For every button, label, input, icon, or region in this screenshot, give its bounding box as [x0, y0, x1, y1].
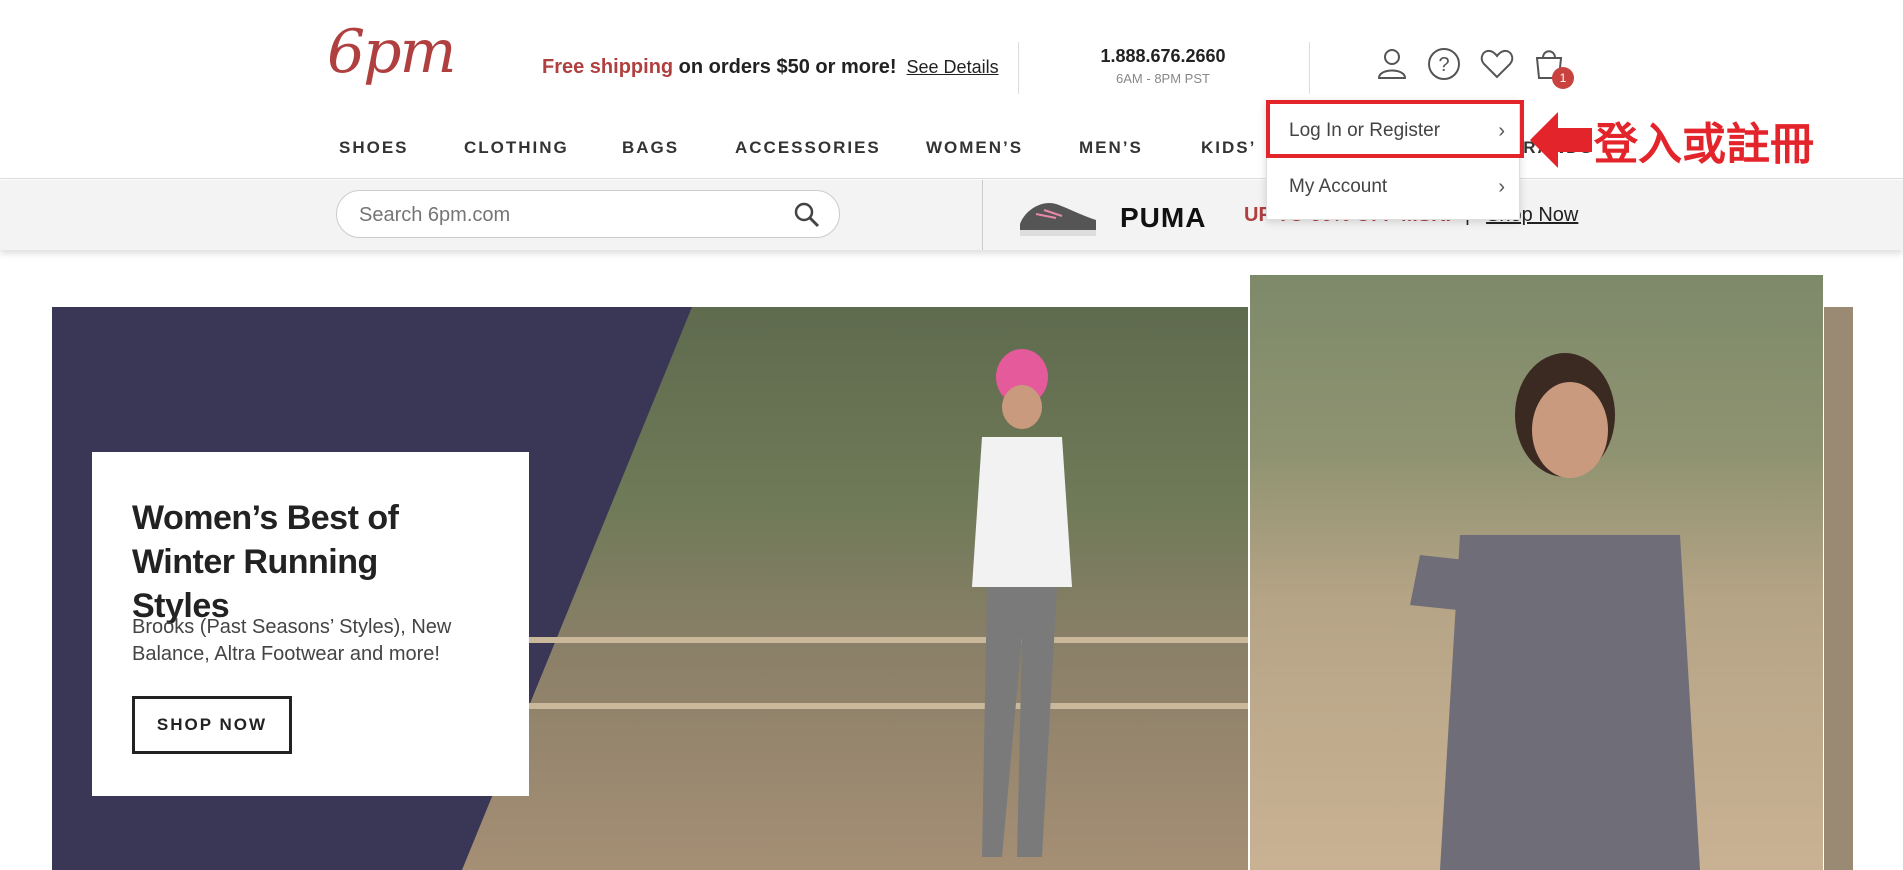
puma-logo: PUMA — [1120, 202, 1207, 233]
nav-accessories[interactable]: ACCESSORIES — [735, 138, 881, 158]
nav-mens[interactable]: MEN’S — [1079, 138, 1143, 158]
annotation-label: 登入或註冊 — [1594, 119, 1814, 170]
promo-free-shipping: Free shipping — [542, 56, 674, 78]
heart-icon[interactable] — [1479, 46, 1515, 82]
search-box — [336, 190, 840, 238]
nav-womens[interactable]: WOMEN’S — [926, 138, 1023, 158]
phone-hours: 6AM - 8PM PST — [1116, 71, 1210, 86]
hero-title: Women’s Best of Winter Running Styles — [132, 499, 399, 625]
chevron-right-icon: › — [1498, 176, 1505, 198]
nav-bags[interactable]: BAGS — [622, 138, 679, 158]
account-icon[interactable] — [1374, 46, 1410, 82]
header-divider — [1018, 42, 1019, 94]
cart-count-badge: 1 — [1552, 67, 1574, 89]
site-logo[interactable]: 6pm — [327, 22, 456, 82]
sneaker-image — [1016, 190, 1100, 240]
search-input[interactable] — [357, 201, 781, 229]
nav-divider — [0, 178, 1903, 179]
annotation-arrow-icon — [1530, 110, 1592, 175]
nav-clothing[interactable]: CLOTHING — [464, 138, 569, 158]
phone-number[interactable]: 1.888.676.2660 — [1098, 46, 1228, 67]
highlight-box — [1266, 100, 1524, 158]
shop-now-button[interactable]: SHOP NOW — [132, 696, 292, 754]
runner-figure — [922, 337, 1122, 870]
search-icon[interactable] — [793, 201, 821, 234]
woman-figure — [1400, 305, 1730, 870]
search-bar-row — [0, 180, 1903, 250]
svg-text:?: ? — [1438, 54, 1449, 76]
phone-info: 1.888.676.2660 6AM - 8PM PST — [1098, 46, 1228, 86]
hero-description: Brooks (Past Seasons’ Styles), New Balan… — [132, 616, 452, 665]
hero-photo-stretch[interactable] — [1250, 275, 1823, 870]
nav-kids[interactable]: KIDS’ — [1201, 138, 1256, 158]
hero-card: Women’s Best of Winter Running Styles Br… — [92, 452, 529, 796]
nav-shoes[interactable]: SHOES — [339, 138, 409, 158]
hero-fence — [522, 637, 1248, 709]
help-icon[interactable]: ? — [1426, 46, 1462, 82]
header-divider-2 — [1309, 42, 1310, 94]
hero-photo-next — [1824, 307, 1853, 870]
my-account-item[interactable]: My Account › — [1267, 159, 1519, 215]
see-details-link[interactable]: See Details — [907, 57, 999, 77]
promo-text: on orders $50 or more! — [673, 56, 897, 78]
my-account-label: My Account — [1289, 176, 1388, 197]
shipping-promo: Free shipping on orders $50 or more! See … — [542, 56, 999, 79]
searchbar-divider — [982, 180, 983, 250]
